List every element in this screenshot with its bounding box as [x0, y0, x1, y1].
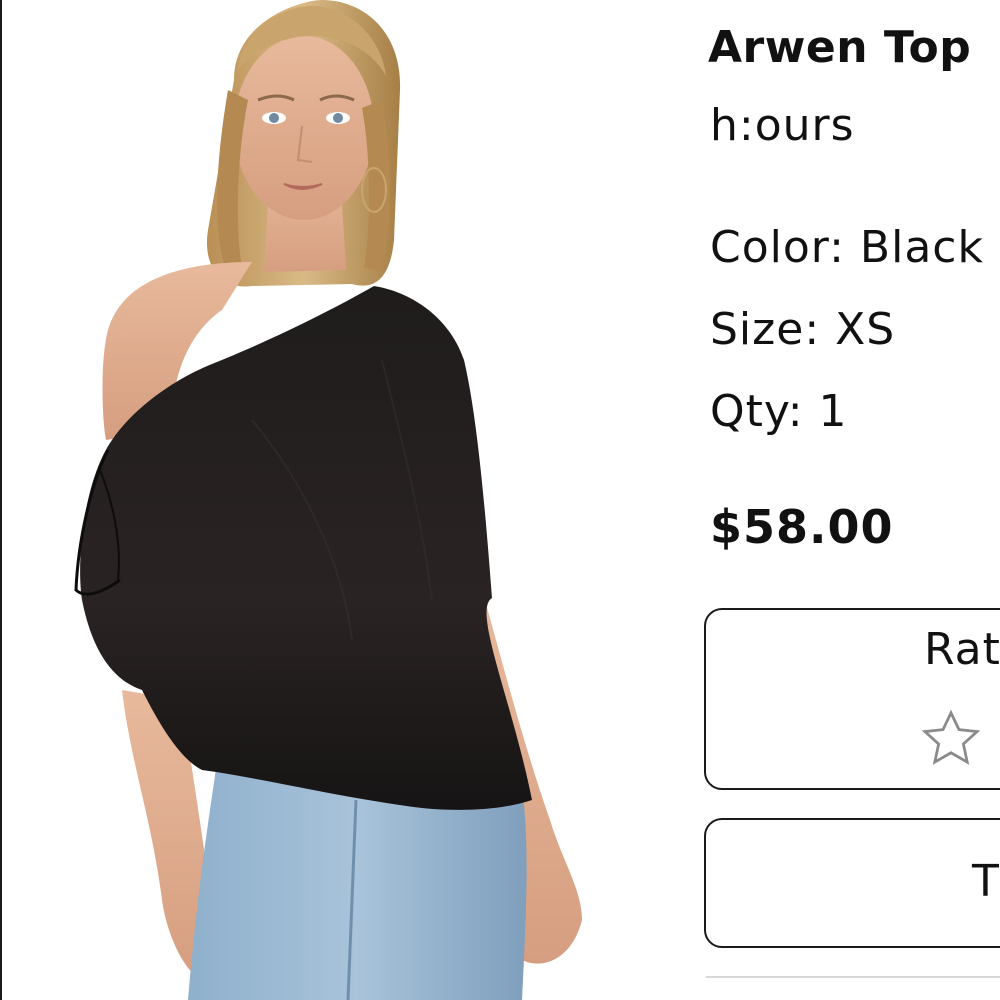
product-color: Color: Black: [710, 222, 984, 273]
product-name: Arwen Top: [708, 22, 972, 73]
action-button-label: T: [972, 856, 999, 907]
divider: [706, 976, 1000, 978]
action-button[interactable]: T: [704, 818, 1000, 948]
product-photo: [2, 0, 682, 1000]
star-outline-icon[interactable]: [918, 706, 984, 772]
product-detail-page: Arwen Top h:ours Color: Black Size: XS Q…: [0, 0, 1000, 1000]
rating-panel: Rate: [704, 608, 1000, 790]
rating-label: Rate: [924, 624, 1000, 675]
product-price: $58.00: [710, 500, 894, 554]
rating-stars: [918, 706, 1000, 772]
model-wearing-top-image: [74, 0, 582, 1000]
product-details-panel: Arwen Top h:ours Color: Black Size: XS Q…: [704, 0, 1000, 1000]
product-brand: h:ours: [710, 100, 855, 151]
product-quantity: Qty: 1: [710, 386, 848, 437]
product-size: Size: XS: [710, 304, 896, 355]
